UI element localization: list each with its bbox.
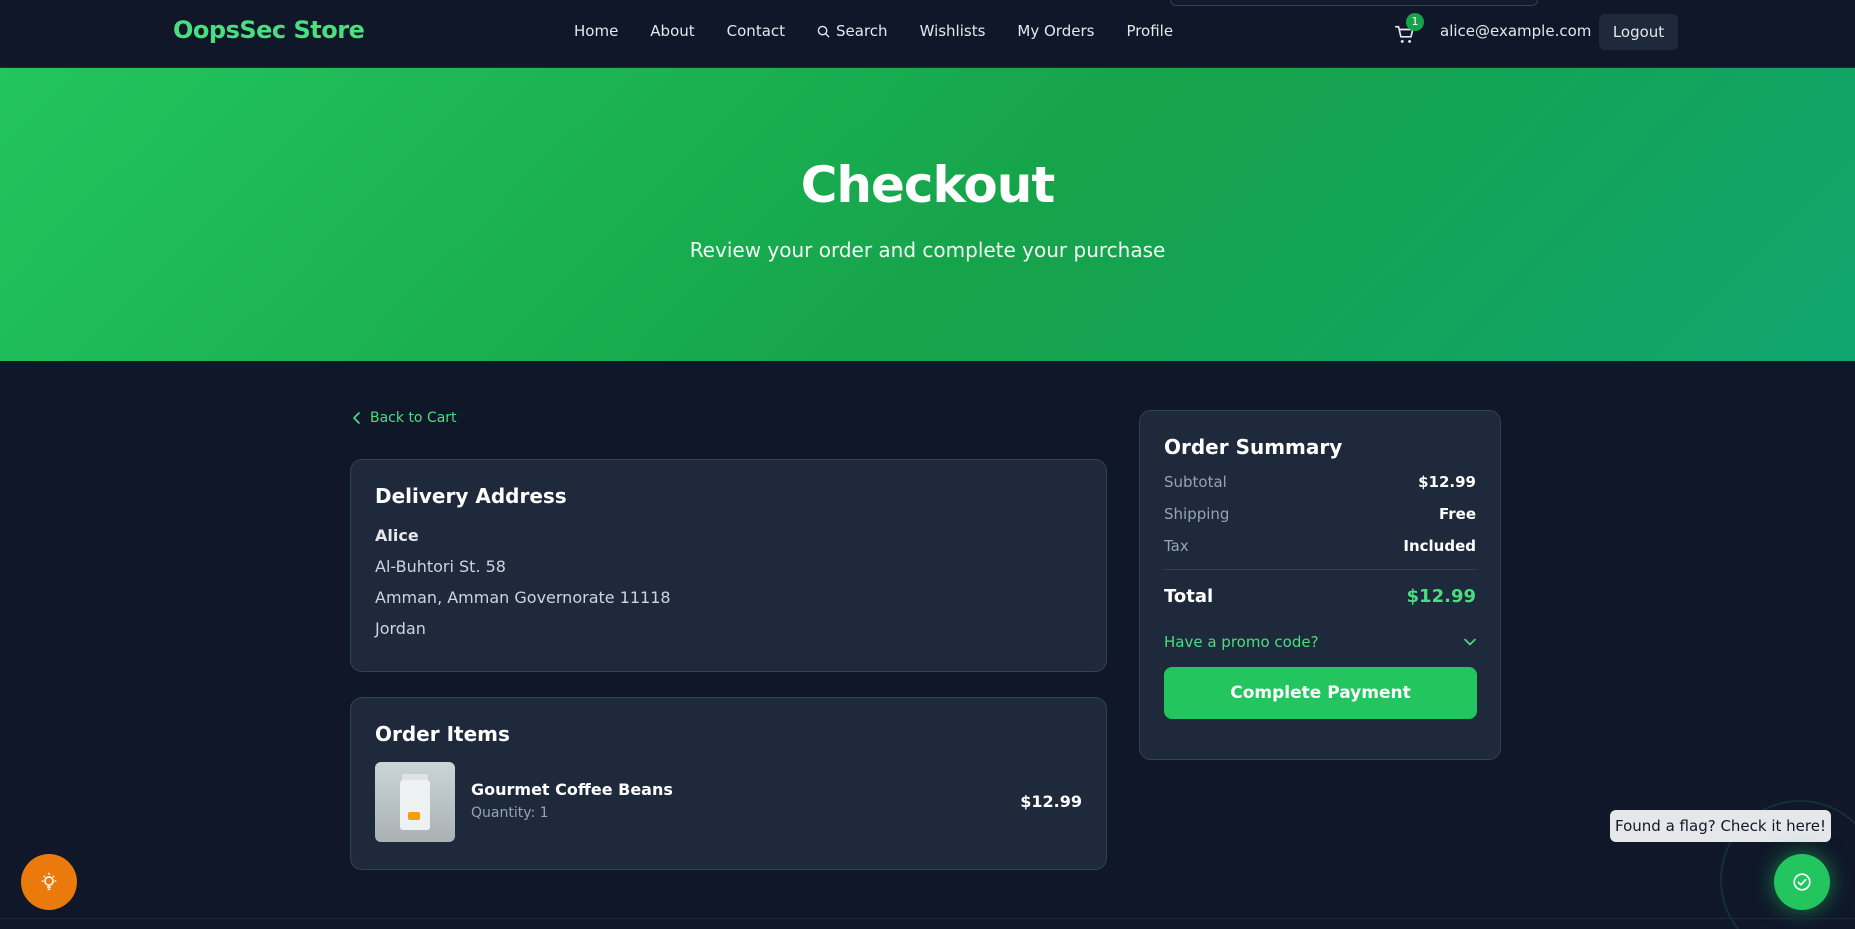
nav-my-orders-link[interactable]: My Orders <box>1017 22 1094 40</box>
flag-tooltip: Found a flag? Check it here! <box>1610 810 1831 842</box>
nav-search-link[interactable]: Search <box>817 22 888 40</box>
summary-row-shipping: Shipping Free <box>1164 505 1476 523</box>
nav-contact-link[interactable]: Contact <box>727 22 785 40</box>
chevron-left-icon <box>353 412 360 424</box>
address-city-line: Amman, Amman Governorate 11118 <box>375 588 671 607</box>
chevron-down-icon <box>1464 638 1476 646</box>
back-to-cart-link[interactable]: Back to Cart <box>352 410 457 426</box>
item-price: $12.99 <box>1020 792 1082 811</box>
address-name: Alice <box>375 526 419 545</box>
order-summary-title: Order Summary <box>1164 435 1343 459</box>
lightbulb-icon <box>41 872 57 891</box>
summary-row-tax: Tax Included <box>1164 537 1476 555</box>
coffee-bag-body <box>400 780 430 830</box>
order-summary-card: Order Summary Subtotal $12.99 Shipping F… <box>1139 410 1501 760</box>
summary-total-row: Total $12.99 <box>1164 586 1476 607</box>
tax-label: Tax <box>1164 537 1189 555</box>
brand-logo[interactable]: OopsSec Store <box>173 16 365 44</box>
top-navbar: OopsSec Store Home About Contact Search … <box>0 0 1855 68</box>
order-items-title: Order Items <box>375 722 510 746</box>
subtotal-value: $12.99 <box>1418 473 1476 491</box>
summary-divider <box>1164 569 1476 570</box>
delivery-address-title: Delivery Address <box>375 484 567 508</box>
item-quantity: Quantity: 1 <box>471 805 549 821</box>
tax-value: Included <box>1403 537 1476 555</box>
complete-payment-button[interactable]: Complete Payment <box>1164 667 1477 719</box>
page-subtitle: Review your order and complete your purc… <box>689 238 1166 262</box>
nav-about-link[interactable]: About <box>650 22 694 40</box>
total-label: Total <box>1164 586 1214 607</box>
shipping-label: Shipping <box>1164 505 1230 523</box>
cart-count-badge: 1 <box>1406 13 1424 31</box>
coffee-bag-label <box>408 812 420 820</box>
nav-top-strip <box>1170 0 1538 6</box>
item-info: Gourmet Coffee Beans Quantity: 1 <box>471 780 673 821</box>
logout-button[interactable]: Logout <box>1599 14 1678 50</box>
page-title: Checkout <box>800 156 1056 214</box>
nav-wishlists-link[interactable]: Wishlists <box>920 22 986 40</box>
address-street: Al-Buhtori St. 58 <box>375 557 506 576</box>
hint-button[interactable] <box>21 854 77 910</box>
item-name: Gourmet Coffee Beans <box>471 780 673 799</box>
shipping-value: Free <box>1438 505 1476 523</box>
product-image <box>375 762 455 842</box>
footer-divider <box>0 918 1855 919</box>
nav-search-label: Search <box>836 22 888 40</box>
back-to-cart-label: Back to Cart <box>370 410 457 426</box>
subtotal-label: Subtotal <box>1164 473 1227 491</box>
nav-home-link[interactable]: Home <box>574 22 618 40</box>
order-items-card: Order Items Gourmet Coffee Beans Quantit… <box>350 697 1107 870</box>
checkout-hero: Checkout Review your order and complete … <box>0 68 1855 361</box>
address-country: Jordan <box>375 619 426 638</box>
delivery-address-card: Delivery Address Alice Al-Buhtori St. 58… <box>350 459 1107 672</box>
order-item-row: Gourmet Coffee Beans Quantity: 1 $12.99 <box>375 762 1082 842</box>
cart-button[interactable]: 1 <box>1394 13 1424 46</box>
nav-profile-link[interactable]: Profile <box>1126 22 1173 40</box>
total-value: $12.99 <box>1406 586 1476 607</box>
promo-code-label: Have a promo code? <box>1164 633 1319 651</box>
flag-check-button[interactable] <box>1774 854 1830 910</box>
check-circle-icon <box>1793 873 1811 891</box>
promo-code-toggle[interactable]: Have a promo code? <box>1164 633 1476 651</box>
user-email: alice@example.com <box>1440 22 1592 40</box>
nav-links: Home About Contact Search Wishlists My O… <box>574 22 1205 40</box>
search-icon <box>817 25 830 38</box>
summary-row-subtotal: Subtotal $12.99 <box>1164 473 1476 491</box>
